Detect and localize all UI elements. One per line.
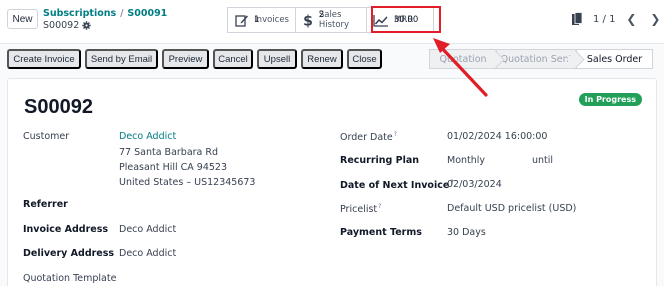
gear-icon[interactable] bbox=[82, 21, 91, 30]
dollar-icon: $ bbox=[302, 13, 314, 28]
order-date-label: Order Date? bbox=[340, 131, 397, 143]
action-bar: Create Invoice Send by Email Preview Can… bbox=[0, 44, 664, 74]
breadcrumb-previous-record-link[interactable]: S00091 bbox=[127, 8, 167, 19]
edit-icon bbox=[234, 13, 249, 27]
send-by-email-button[interactable]: Send by Email bbox=[85, 49, 158, 69]
order-date-help-icon[interactable]: ? bbox=[394, 131, 397, 138]
breadcrumb-separator: / bbox=[120, 8, 124, 19]
renew-button[interactable]: Renew bbox=[301, 49, 343, 69]
pricelist-field[interactable]: Default USD pricelist (USD) bbox=[447, 203, 576, 214]
create-invoice-button[interactable]: Create Invoice bbox=[7, 49, 81, 69]
sales-history-label: Sales History bbox=[318, 10, 350, 30]
invoice-address-label: Invoice Address bbox=[23, 224, 109, 235]
mrr-smart-button[interactable]: MRR 30.00 bbox=[366, 7, 434, 33]
payment-terms-field[interactable]: 30 Days bbox=[447, 227, 486, 238]
recurring-plan-label: Recurring Plan bbox=[340, 155, 420, 166]
delivery-address-label: Delivery Address bbox=[23, 248, 115, 259]
status-bar: Quotation Quotation Sent Sales Order bbox=[429, 49, 653, 69]
order-date-field[interactable]: 01/02/2024 16:00:00 bbox=[447, 131, 547, 142]
delivery-address-field[interactable]: Deco Addict bbox=[119, 248, 176, 259]
breadcrumb-subscriptions-link[interactable]: Subscriptions bbox=[43, 8, 116, 19]
sales-history-smart-button[interactable]: $ Sales History 2 bbox=[295, 7, 367, 33]
stage-quotation[interactable]: Quotation bbox=[429, 49, 497, 69]
stage-quotation-sent[interactable]: Quotation Sent bbox=[497, 49, 577, 69]
pager: 1 / 1 ❮ ❯ bbox=[571, 11, 663, 27]
control-panel: New Subscriptions / S00091 S00092 Invoices… bbox=[0, 0, 664, 44]
cancel-button[interactable]: Cancel bbox=[213, 49, 253, 69]
customer-name-link[interactable]: Deco Addict bbox=[119, 131, 176, 142]
referrer-label: Referrer bbox=[23, 199, 68, 210]
close-button[interactable]: Close bbox=[347, 49, 382, 69]
attachment-icon[interactable] bbox=[571, 12, 583, 26]
payment-terms-label: Payment Terms bbox=[340, 227, 422, 238]
pricelist-label-text: Pricelist bbox=[340, 204, 378, 216]
pricelist-label: Pricelist? bbox=[340, 203, 381, 215]
recurring-until-label: until bbox=[532, 155, 554, 166]
stage-sales-order[interactable]: Sales Order bbox=[577, 49, 653, 69]
mrr-value: 30.00 bbox=[394, 15, 419, 25]
line-chart-icon bbox=[373, 13, 389, 27]
pricelist-help-icon[interactable]: ? bbox=[378, 203, 381, 210]
status-badge: In Progress bbox=[578, 93, 642, 106]
svg-text:$: $ bbox=[303, 13, 313, 28]
recurring-plan-field[interactable]: Monthly bbox=[447, 155, 485, 166]
address-line-3: United States – US12345673 bbox=[119, 177, 256, 188]
order-date-label-text: Order Date bbox=[340, 132, 393, 144]
chevron-right-icon[interactable]: ❯ bbox=[647, 11, 663, 27]
form-sheet: S00092 In Progress Customer Deco Addict … bbox=[7, 78, 657, 286]
record-name-text: S00092 bbox=[43, 20, 80, 31]
next-invoice-label: Date of Next Invoice? bbox=[340, 179, 454, 191]
breadcrumb: Subscriptions / S00091 bbox=[43, 8, 167, 20]
address-line-2: Pleasant Hill CA 94523 bbox=[119, 162, 228, 173]
record-title: S00092 bbox=[24, 96, 93, 118]
next-invoice-label-text: Date of Next Invoice bbox=[340, 180, 450, 192]
upsell-button[interactable]: Upsell bbox=[257, 49, 297, 69]
smart-buttons: Invoices 1 $ Sales History 2 MRR 30.00 bbox=[227, 7, 434, 33]
customer-label: Customer bbox=[23, 131, 70, 142]
sales-history-count: 2 bbox=[318, 10, 325, 20]
next-invoice-field[interactable]: 02/03/2024 bbox=[447, 179, 502, 190]
address-line-1: 77 Santa Barbara Rd bbox=[119, 147, 219, 158]
record-name: S00092 bbox=[43, 20, 91, 31]
pager-value[interactable]: 1 / 1 bbox=[593, 14, 615, 25]
invoices-smart-button[interactable]: Invoices 1 bbox=[227, 7, 296, 33]
quotation-template-label: Quotation Template bbox=[23, 273, 117, 284]
invoice-address-field[interactable]: Deco Addict bbox=[119, 224, 176, 235]
preview-button[interactable]: Preview bbox=[162, 49, 209, 69]
new-button[interactable]: New bbox=[7, 9, 38, 29]
chevron-left-icon[interactable]: ❮ bbox=[623, 11, 639, 27]
invoices-count: 1 bbox=[254, 15, 260, 25]
